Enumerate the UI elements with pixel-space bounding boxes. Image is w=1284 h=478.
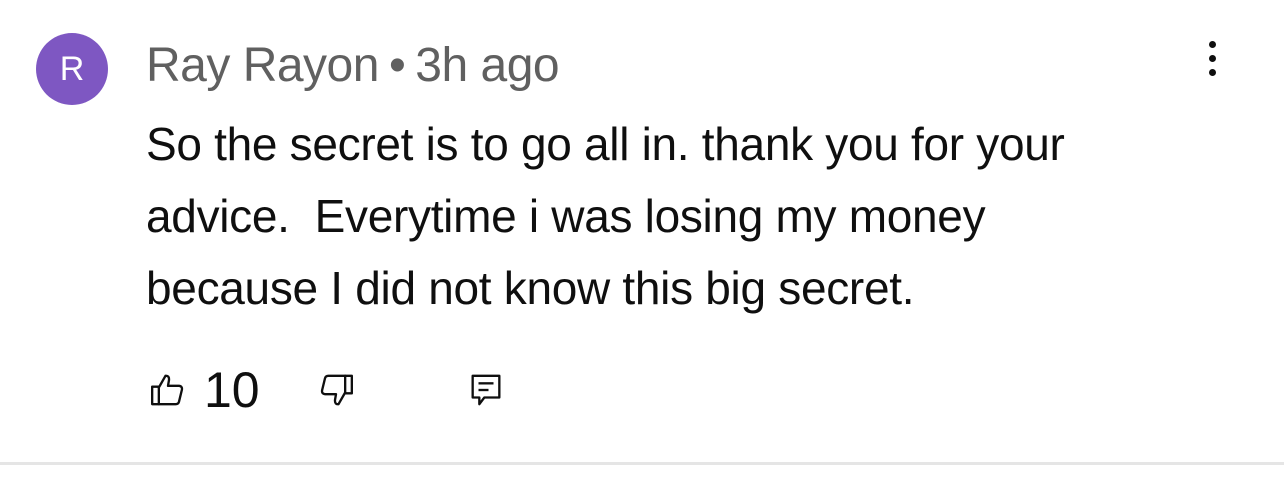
dislike-button[interactable] (314, 368, 358, 412)
like-button[interactable] (146, 368, 190, 412)
thumbs-down-icon (320, 374, 353, 406)
comment-time: 3h ago (415, 39, 560, 92)
comment-text: So the secret is to go all in. thank you… (146, 118, 1065, 314)
like-count: 10 (204, 362, 260, 418)
header-separator: • (388, 39, 406, 92)
comment-card: R Ray Rayon • 3h ago So the secret is to g… (0, 0, 1284, 478)
comment-header: Ray Rayon • 3h ago (146, 36, 560, 96)
reply-button[interactable] (464, 368, 508, 412)
thumbs-up-icon (151, 374, 184, 406)
reply-comment-icon (471, 374, 501, 406)
more-options-button[interactable] (1190, 36, 1234, 80)
author-name[interactable]: Ray Rayon (146, 39, 379, 92)
comment-actions: 10 (146, 360, 546, 420)
avatar[interactable]: R (36, 33, 108, 105)
more-vertical-icon (1208, 40, 1216, 48)
divider (0, 462, 1284, 465)
